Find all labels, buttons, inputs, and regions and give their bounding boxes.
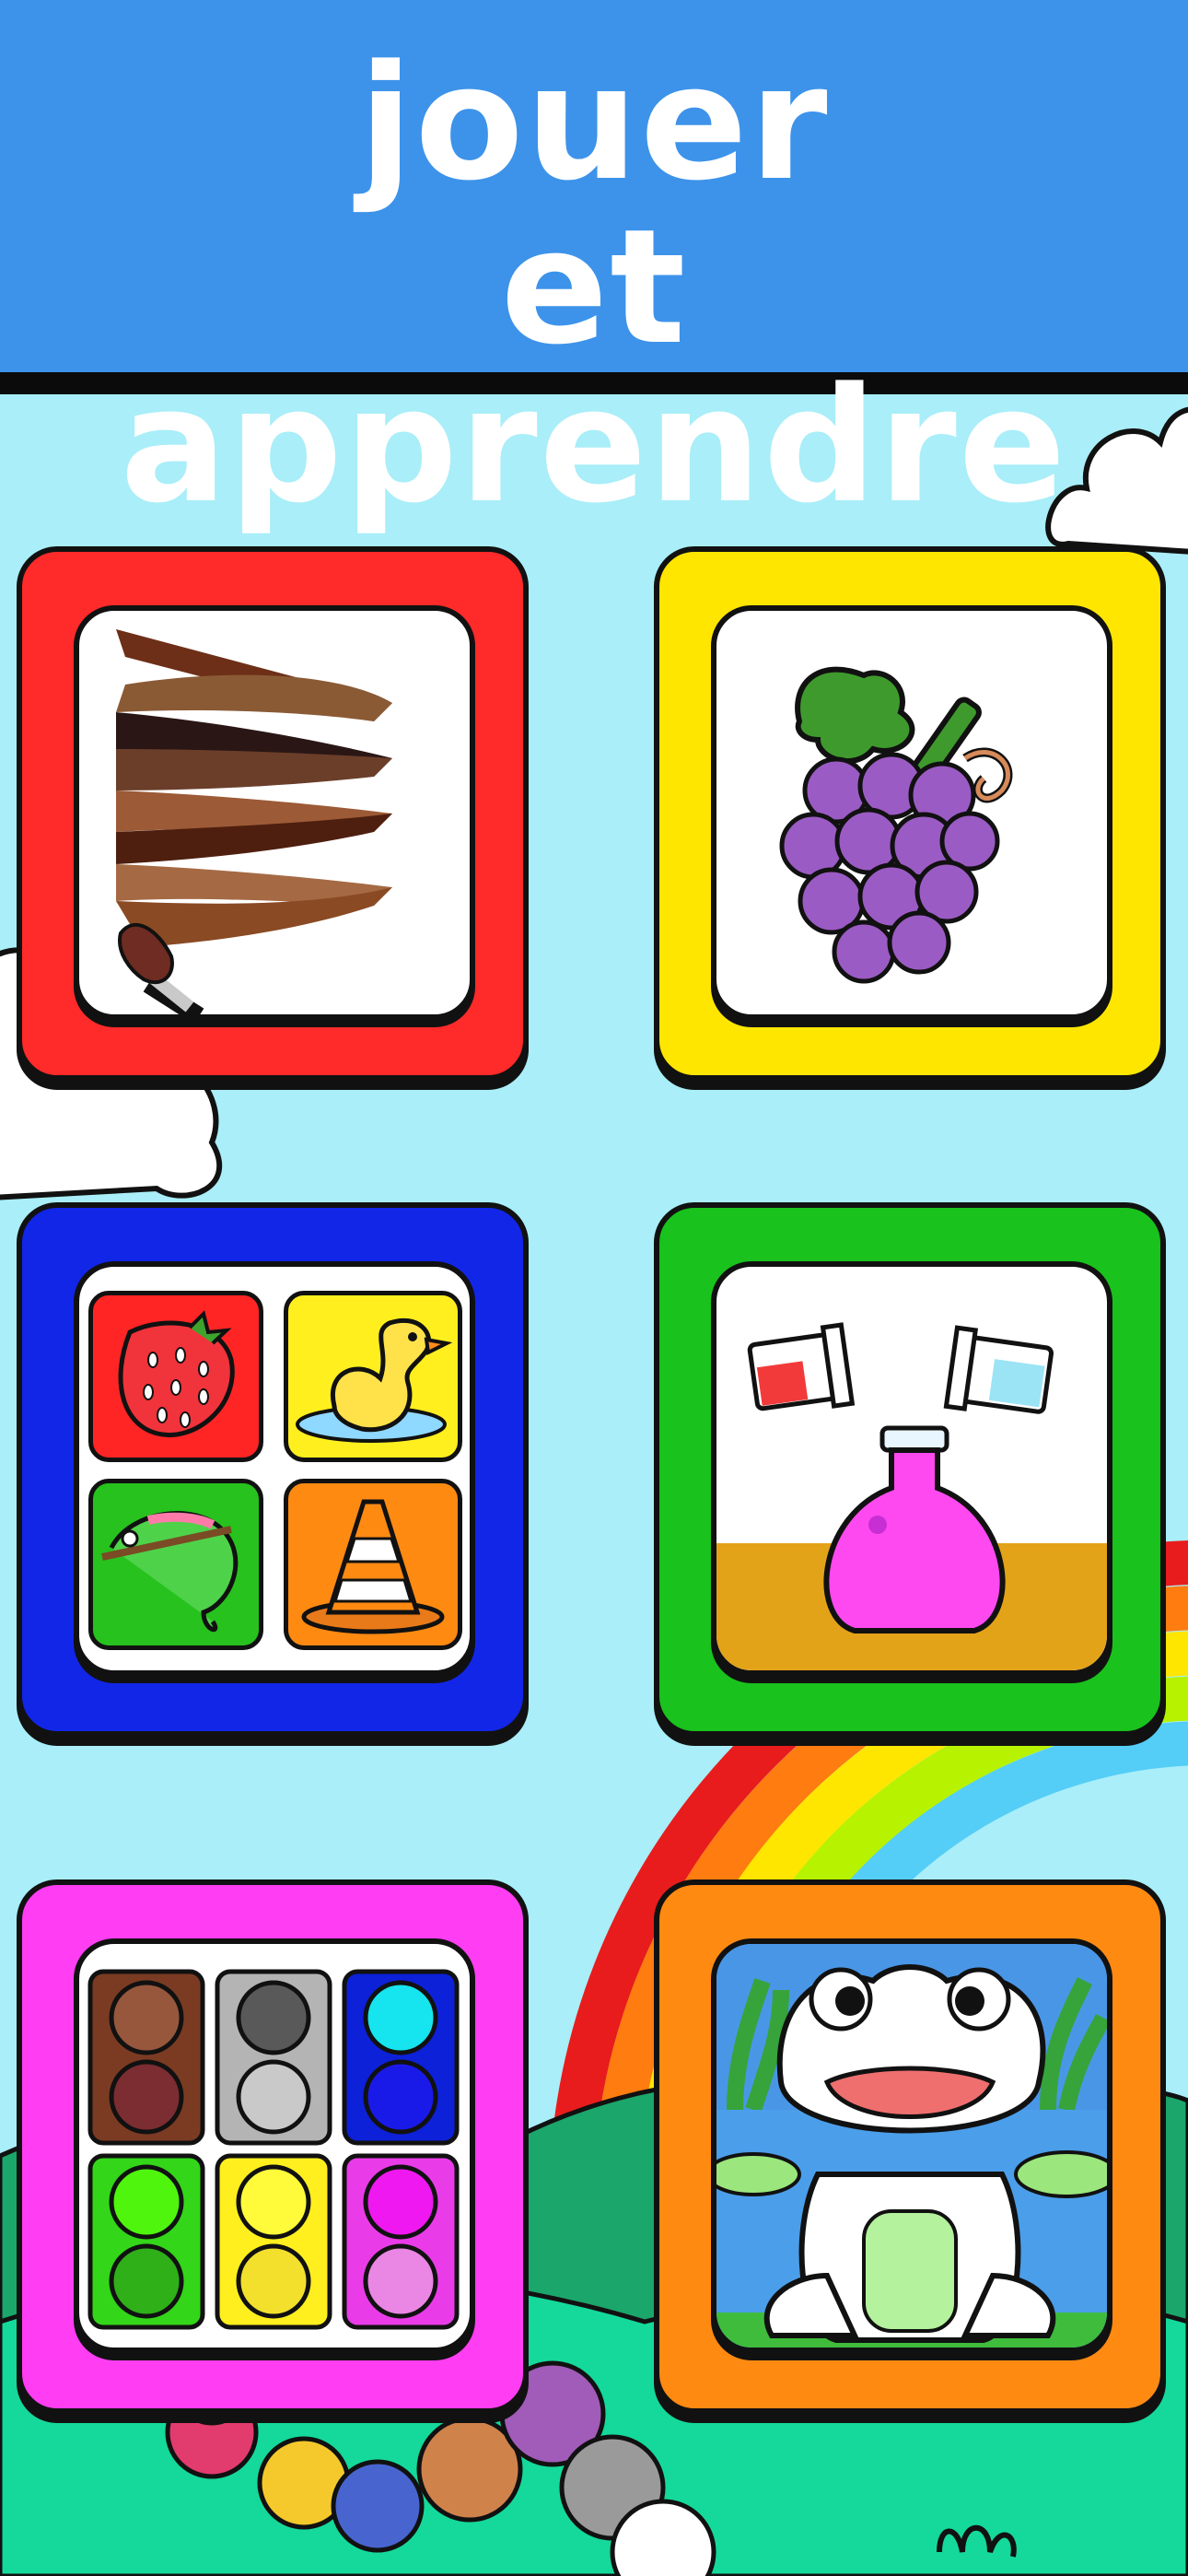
title-line-1: jouer <box>358 30 830 216</box>
picture-matching-game-button[interactable] <box>17 1202 529 1737</box>
cone-tile <box>284 1479 462 1650</box>
grapes-icon <box>779 666 1013 984</box>
duck-tile <box>284 1291 462 1462</box>
flask-icon <box>716 1322 1107 1670</box>
coloring-grapes-game-button[interactable] <box>654 546 1166 1081</box>
potion-mixing-game-button[interactable] <box>654 1202 1166 1737</box>
card-image-frame <box>711 1261 1112 1676</box>
frog-icon <box>716 1944 1107 2348</box>
card-image-frame <box>74 605 475 1020</box>
card-image-frame <box>711 1938 1112 2353</box>
card-image-frame <box>74 1261 475 1676</box>
chameleon-icon <box>101 1511 239 1633</box>
color-dots-icon <box>87 1969 460 2330</box>
strawberry-tile <box>88 1291 263 1462</box>
strawberry-icon <box>118 1310 235 1437</box>
header-banner: jouer et apprendre <box>0 0 1188 525</box>
title-line-2: et apprendre <box>120 194 1068 538</box>
card-image-frame <box>711 605 1112 1020</box>
card-image-frame <box>74 1938 475 2353</box>
duck-icon <box>296 1317 453 1443</box>
paintbrush-stripes-icon <box>116 629 392 1014</box>
chameleon-tile <box>88 1479 263 1650</box>
color-sorting-game-button[interactable] <box>17 1879 529 2414</box>
color-mixing-brush-game-button[interactable] <box>17 546 529 1081</box>
frog-coloring-game-button[interactable] <box>654 1879 1166 2414</box>
traffic-cone-icon <box>301 1499 445 1634</box>
